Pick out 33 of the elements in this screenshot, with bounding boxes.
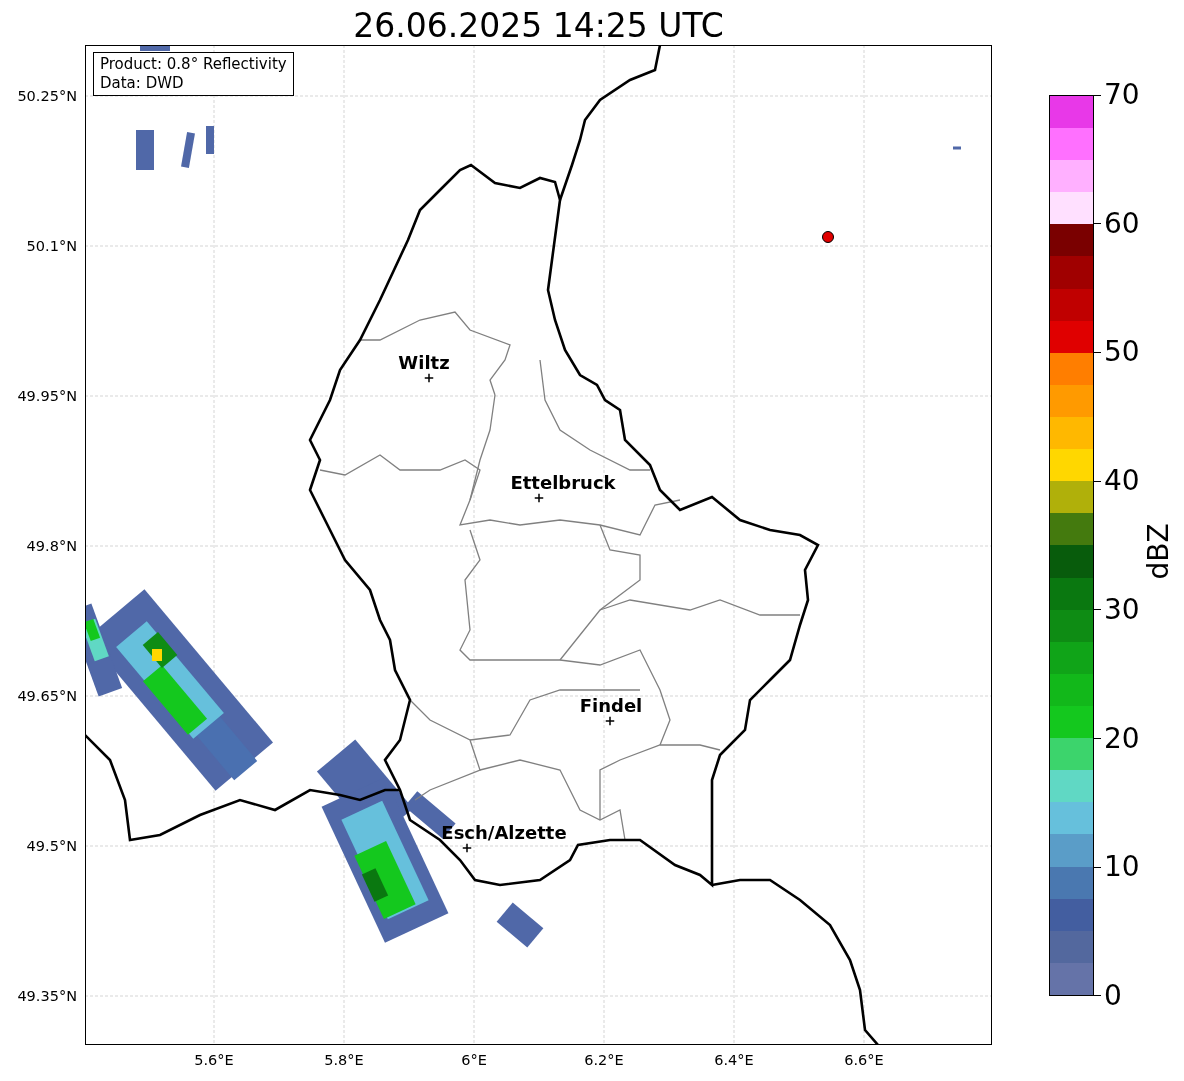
- axis-tick-label: 49.35°N: [16, 987, 78, 1005]
- city-label: Ettelbruck: [510, 471, 616, 493]
- plus-icon: [605, 716, 615, 726]
- axis-tick-label: 49.65°N: [16, 687, 78, 705]
- station-marker: [822, 231, 834, 243]
- colorbar-tick-label: 40: [1104, 464, 1140, 499]
- plus-icon: [462, 843, 472, 853]
- colorbar-tick-label: 50: [1104, 335, 1140, 370]
- colorbar-tick-label: 20: [1104, 721, 1140, 756]
- axis-tick-label: 49.95°N: [16, 387, 78, 405]
- axis-tick-label: 6.6°E: [843, 1052, 885, 1068]
- axis-tick-label: 6.2°E: [583, 1052, 625, 1068]
- colorbar-tick-label: 60: [1104, 206, 1140, 241]
- plus-icon: [534, 493, 544, 503]
- plus-icon: [424, 373, 434, 383]
- axis-tick-label: 6°E: [460, 1052, 488, 1068]
- colorbar-tick-label: 70: [1104, 78, 1140, 112]
- colorbar-tick-label: 10: [1104, 850, 1140, 885]
- info-text: Product: 0.8° Reflectivity: [100, 55, 287, 74]
- colorbar-label: dBZ: [1141, 523, 1175, 580]
- axis-tick-label: 49.8°N: [25, 537, 78, 555]
- info-text: Data: DWD: [100, 74, 185, 93]
- colorbar-tick-label: 0: [1104, 978, 1122, 1013]
- axis-tick-label: 5.6°E: [193, 1052, 235, 1068]
- axis-tick-label: 49.5°N: [25, 837, 78, 855]
- colorbar-tick-label: 30: [1104, 592, 1140, 627]
- city-label: Findel: [579, 694, 643, 716]
- chart-title: 26.06.2025 14:25 UTC: [352, 5, 725, 45]
- axis-tick-label: 50.25°N: [16, 87, 78, 105]
- axis-tick-label: 5.8°E: [323, 1052, 365, 1068]
- city-label: Wiltz: [398, 351, 450, 373]
- axis-tick-label: 50.1°N: [25, 237, 78, 255]
- axis-tick-label: 6.4°E: [713, 1052, 755, 1068]
